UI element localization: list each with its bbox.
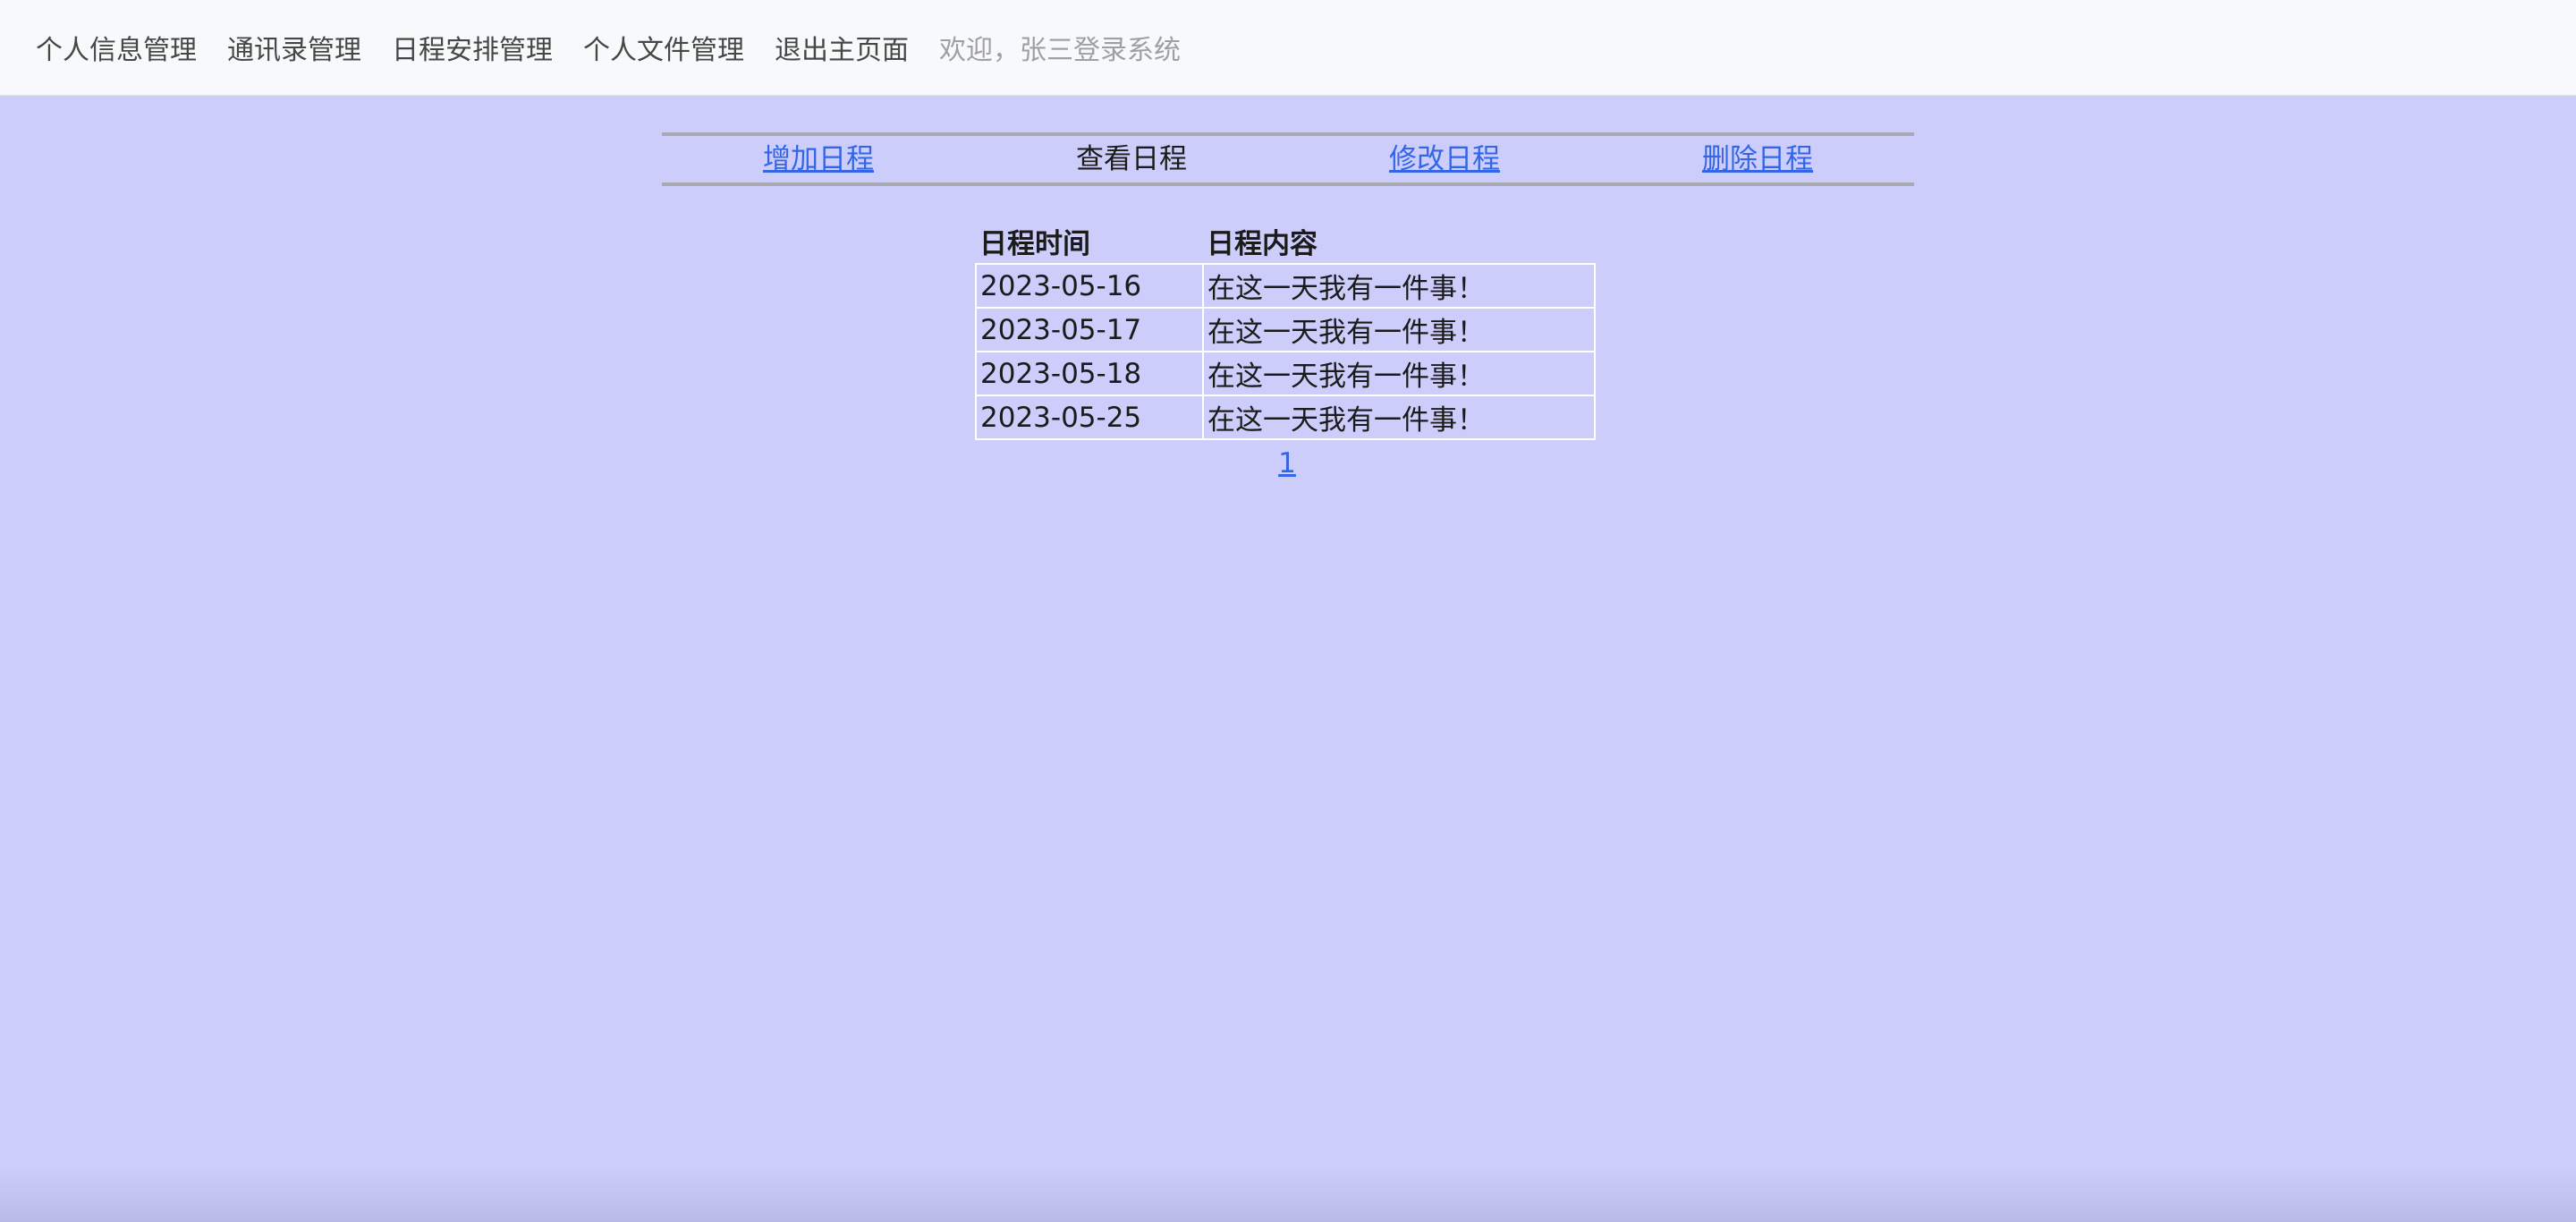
pagination: 1 bbox=[975, 447, 1599, 479]
nav-personal-info[interactable]: 个人信息管理 bbox=[36, 28, 197, 67]
header-schedule-content: 日程内容 bbox=[1207, 227, 1318, 260]
schedule-table: 日程时间 日程内容 2023-05-16 在这一天我有一件事！ 2023-05-… bbox=[975, 218, 1596, 440]
cell-time: 2023-05-25 bbox=[975, 395, 1204, 440]
add-schedule-link[interactable]: 增加日程 bbox=[763, 143, 874, 175]
view-schedule-current: 查看日程 bbox=[1076, 143, 1187, 175]
nav-logout[interactable]: 退出主页面 bbox=[775, 28, 909, 67]
delete-schedule-link[interactable]: 删除日程 bbox=[1702, 143, 1813, 175]
top-navbar: 个人信息管理 通讯录管理 日程安排管理 个人文件管理 退出主页面 欢迎，张三登录… bbox=[0, 0, 2576, 96]
nav-personal-files[interactable]: 个人文件管理 bbox=[583, 28, 744, 67]
cell-content: 在这一天我有一件事！ bbox=[1202, 307, 1596, 352]
cell-time: 2023-05-18 bbox=[975, 351, 1204, 396]
subnav-cell-view: 查看日程 bbox=[975, 136, 1288, 182]
cell-time: 2023-05-16 bbox=[975, 263, 1204, 309]
subnav-cell-delete: 删除日程 bbox=[1601, 136, 1914, 182]
table-row: 2023-05-16 在这一天我有一件事！ bbox=[975, 263, 1596, 309]
header-schedule-time: 日程时间 bbox=[979, 227, 1090, 260]
table-header-row: 日程时间 日程内容 bbox=[976, 218, 1595, 264]
cell-content: 在这一天我有一件事！ bbox=[1202, 395, 1596, 440]
schedule-subnav: 增加日程 查看日程 修改日程 删除日程 bbox=[662, 132, 1914, 186]
bottom-shadow bbox=[0, 1168, 2576, 1222]
table-row: 2023-05-17 在这一天我有一件事！ bbox=[975, 307, 1596, 352]
nav-contacts[interactable]: 通讯录管理 bbox=[227, 28, 361, 67]
cell-content: 在这一天我有一件事！ bbox=[1202, 263, 1596, 309]
page-link-1[interactable]: 1 bbox=[1278, 447, 1296, 479]
subnav-cell-add: 增加日程 bbox=[662, 136, 975, 182]
table-row: 2023-05-25 在这一天我有一件事！ bbox=[975, 395, 1596, 440]
edit-schedule-link[interactable]: 修改日程 bbox=[1389, 143, 1500, 175]
cell-content: 在这一天我有一件事！ bbox=[1202, 351, 1596, 396]
subnav-cell-edit: 修改日程 bbox=[1288, 136, 1601, 182]
cell-time: 2023-05-17 bbox=[975, 307, 1204, 352]
welcome-text: 欢迎，张三登录系统 bbox=[939, 35, 1181, 66]
table-row: 2023-05-18 在这一天我有一件事！ bbox=[975, 351, 1596, 396]
nav-schedule[interactable]: 日程安排管理 bbox=[392, 28, 553, 67]
